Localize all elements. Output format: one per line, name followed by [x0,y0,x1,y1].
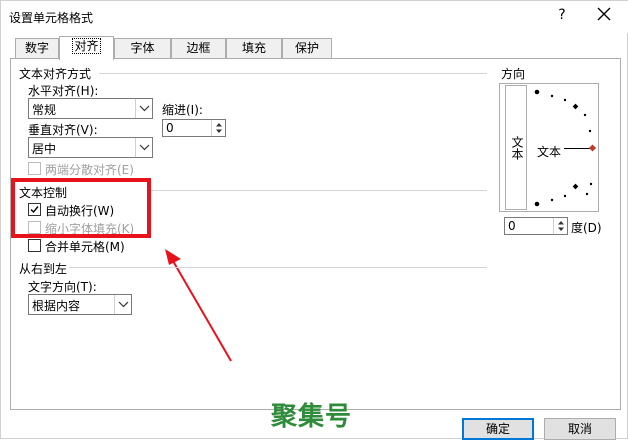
tab-fill[interactable]: 填充 [226,38,282,59]
vertical-align-value: 居中 [32,142,57,156]
text-direction-label: 文字方向(T): [28,280,97,294]
text-control-divider [151,190,487,191]
format-cells-dialog: 设置单元格格式 ? 数字 对齐 字体 边框 填充 保护 文本对齐方式 水平对齐(… [0,0,628,440]
tab-protection[interactable]: 保护 [282,38,332,59]
text-direction-dropdown[interactable] [114,295,131,314]
vertical-align-label: 垂直对齐(V): [28,123,98,137]
tab-alignment-label: 对齐 [72,38,101,54]
watermark-logo: 聚集号 [271,402,353,432]
orientation-dial-text: 文本 [537,145,562,159]
close-button[interactable] [595,5,613,23]
ok-button[interactable]: 确定 [462,418,534,440]
help-button[interactable]: ? [554,7,570,23]
orientation-section-title: 方向 [501,67,526,81]
distributed-checkbox[interactable] [28,162,41,175]
rtl-divider [69,267,487,268]
merge-cells-option[interactable]: 合并单元格(M) [28,238,158,254]
tab-number[interactable]: 数字 [15,38,59,59]
merge-cells-checkbox[interactable] [28,239,41,252]
indent-value: 0 [166,121,174,135]
distributed-option[interactable]: 两端分散对齐(E) [28,161,168,177]
degrees-label: 度(D) [571,221,602,235]
indent-label: 缩进(I): [162,103,203,117]
tab-border-label: 边框 [186,41,211,55]
annotation-highlight-box [11,178,151,238]
title-bar: 设置单元格格式 ? [1,1,628,33]
dialog-title: 设置单元格格式 [9,11,94,25]
tab-protection-label: 保护 [294,41,319,55]
chevron-down-icon [118,301,129,308]
tab-number-label: 数字 [24,41,49,55]
text-direction-value: 根据内容 [32,299,81,313]
text-alignment-divider [99,73,487,74]
vertical-text-label: 文本 [510,136,524,160]
text-direction-select[interactable]: 根据内容 [28,294,132,315]
tab-font[interactable]: 字体 [114,38,171,59]
merge-cells-label: 合并单元格(M) [45,240,125,254]
degrees-spin-buttons[interactable] [553,218,567,234]
tab-alignment[interactable]: 对齐 [59,36,114,60]
degrees-spinner[interactable]: 0 [504,217,568,235]
chevron-down-icon [139,105,150,112]
text-alignment-section-title: 文本对齐方式 [19,67,92,81]
rtl-section-title: 从右到左 [19,262,68,276]
cancel-button[interactable]: 取消 [544,418,616,440]
tab-fill-label: 填充 [241,41,266,55]
chevron-down-icon [139,144,150,151]
tab-font-label: 字体 [130,41,155,55]
horizontal-align-dropdown[interactable] [135,99,152,118]
vertical-align-dropdown[interactable] [135,138,152,157]
indent-spin-buttons[interactable] [211,120,225,136]
spin-arrows-icon [558,221,564,231]
degrees-value: 0 [508,219,516,233]
distributed-label: 两端分散对齐(E) [45,163,134,177]
spin-arrows-icon [216,123,222,133]
horizontal-align-label: 水平对齐(H): [28,84,99,98]
horizontal-align-value: 常规 [32,103,57,117]
tab-border[interactable]: 边框 [171,38,226,59]
vertical-align-select[interactable]: 居中 [28,137,153,158]
vertical-text-button[interactable]: 文本 [505,85,527,210]
close-icon [597,7,611,21]
horizontal-align-select[interactable]: 常规 [28,98,153,119]
indent-spinner[interactable]: 0 [162,119,226,137]
annotation-arrow [165,249,232,362]
